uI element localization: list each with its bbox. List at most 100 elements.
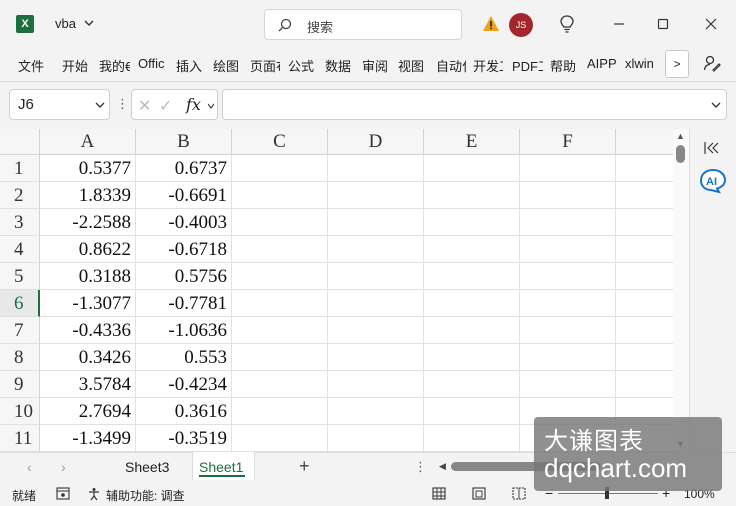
- cell-d[interactable]: [328, 182, 424, 209]
- cell-b[interactable]: -1.0636: [136, 317, 232, 344]
- cell-d[interactable]: [328, 155, 424, 182]
- cell-f[interactable]: [520, 317, 616, 344]
- cell-c[interactable]: [232, 317, 328, 344]
- worksheet-grid[interactable]: A B C D E F G 10.53770.673721.8339-0.669…: [0, 129, 673, 452]
- column-header-c[interactable]: C: [232, 129, 328, 155]
- cell-f[interactable]: [520, 236, 616, 263]
- row-header[interactable]: 1: [0, 155, 40, 182]
- row-header[interactable]: 6: [0, 290, 40, 317]
- column-header-e[interactable]: E: [424, 129, 520, 155]
- ribbon-more-button[interactable]: >: [665, 50, 689, 78]
- formula-input[interactable]: [222, 89, 727, 120]
- cell-a[interactable]: 0.5377: [40, 155, 136, 182]
- cell-g[interactable]: [616, 236, 673, 263]
- cell-b[interactable]: -0.4234: [136, 371, 232, 398]
- cell-a[interactable]: -1.3077: [40, 290, 136, 317]
- cell-f[interactable]: [520, 371, 616, 398]
- cell-d[interactable]: [328, 425, 424, 452]
- insert-function-button[interactable]: fx: [186, 95, 201, 114]
- macro-record-icon[interactable]: [56, 487, 70, 500]
- vertical-scroll-thumb[interactable]: [676, 145, 685, 163]
- cell-e[interactable]: [424, 182, 520, 209]
- lightbulb-icon[interactable]: [558, 14, 576, 34]
- sheet-next-icon[interactable]: ›: [61, 459, 66, 475]
- cell-f[interactable]: [520, 290, 616, 317]
- cell-a[interactable]: -1.3499: [40, 425, 136, 452]
- cell-d[interactable]: [328, 209, 424, 236]
- search-input[interactable]: 搜索: [264, 9, 462, 40]
- cell-a[interactable]: 0.3426: [40, 344, 136, 371]
- tab-insert[interactable]: 插入: [176, 56, 206, 75]
- close-icon[interactable]: [701, 14, 721, 34]
- cell-f[interactable]: [520, 344, 616, 371]
- cell-c[interactable]: [232, 290, 328, 317]
- cell-f[interactable]: [520, 182, 616, 209]
- cell-g[interactable]: [616, 209, 673, 236]
- cell-d[interactable]: [328, 398, 424, 425]
- cell-e[interactable]: [424, 371, 520, 398]
- tab-aipp[interactable]: AIPP: [587, 56, 619, 71]
- cell-e[interactable]: [424, 155, 520, 182]
- cell-a[interactable]: 0.3188: [40, 263, 136, 290]
- collapse-pane-icon[interactable]: [703, 140, 721, 156]
- cell-d[interactable]: [328, 344, 424, 371]
- cell-g[interactable]: [616, 317, 673, 344]
- cell-a[interactable]: 1.8339: [40, 182, 136, 209]
- expand-formula-icon[interactable]: [711, 100, 721, 110]
- cancel-icon[interactable]: ✕: [138, 96, 151, 116]
- column-header-a[interactable]: A: [40, 129, 136, 155]
- tab-xlwings[interactable]: xlwin: [625, 56, 657, 71]
- sheet-tab-sheet3[interactable]: Sheet3: [125, 459, 169, 475]
- tab-home[interactable]: 开始: [62, 56, 92, 75]
- cell-a[interactable]: 3.5784: [40, 371, 136, 398]
- cell-e[interactable]: [424, 344, 520, 371]
- cell-a[interactable]: -2.2588: [40, 209, 136, 236]
- add-sheet-button[interactable]: +: [299, 456, 310, 477]
- tab-automate[interactable]: 自动化: [436, 56, 466, 75]
- cell-f[interactable]: [520, 209, 616, 236]
- warning-icon[interactable]: [482, 15, 500, 32]
- cell-a[interactable]: 2.7694: [40, 398, 136, 425]
- ai-assistant-icon[interactable]: AI: [699, 168, 727, 194]
- tab-file[interactable]: 文件: [18, 56, 48, 75]
- cell-d[interactable]: [328, 263, 424, 290]
- cell-a[interactable]: 0.8622: [40, 236, 136, 263]
- cell-g[interactable]: [616, 344, 673, 371]
- cell-d[interactable]: [328, 371, 424, 398]
- cell-e[interactable]: [424, 236, 520, 263]
- chevron-down-icon[interactable]: [95, 100, 105, 110]
- row-header[interactable]: 7: [0, 317, 40, 344]
- accessibility-status[interactable]: 辅助功能: 调查: [106, 487, 185, 504]
- row-header[interactable]: 9: [0, 371, 40, 398]
- tab-developer[interactable]: 开发工: [473, 56, 503, 75]
- cell-b[interactable]: -0.3519: [136, 425, 232, 452]
- row-header[interactable]: 3: [0, 209, 40, 236]
- page-layout-view-icon[interactable]: [472, 487, 486, 500]
- name-box[interactable]: J6: [9, 89, 110, 120]
- scroll-up-icon[interactable]: ▲: [676, 131, 685, 141]
- cell-f[interactable]: [520, 155, 616, 182]
- cell-b[interactable]: -0.4003: [136, 209, 232, 236]
- sheet-options-icon[interactable]: ⋮: [414, 459, 427, 475]
- cell-e[interactable]: [424, 317, 520, 344]
- cell-d[interactable]: [328, 290, 424, 317]
- sheet-prev-icon[interactable]: ‹: [27, 459, 32, 475]
- accessibility-icon[interactable]: [88, 487, 102, 501]
- cell-b[interactable]: 0.5756: [136, 263, 232, 290]
- column-header-d[interactable]: D: [328, 129, 424, 155]
- cell-c[interactable]: [232, 425, 328, 452]
- tab-pdf[interactable]: PDF工: [512, 56, 543, 75]
- cell-c[interactable]: [232, 209, 328, 236]
- row-header[interactable]: 5: [0, 263, 40, 290]
- cell-b[interactable]: 0.3616: [136, 398, 232, 425]
- cell-g[interactable]: [616, 182, 673, 209]
- tab-my[interactable]: 我的€: [99, 56, 130, 75]
- row-header[interactable]: 4: [0, 236, 40, 263]
- normal-view-icon[interactable]: [432, 487, 446, 500]
- cell-g[interactable]: [616, 263, 673, 290]
- cell-c[interactable]: [232, 236, 328, 263]
- row-header[interactable]: 8: [0, 344, 40, 371]
- cell-b[interactable]: -0.6718: [136, 236, 232, 263]
- file-name[interactable]: vba: [55, 16, 76, 31]
- minimize-icon[interactable]: [609, 14, 629, 34]
